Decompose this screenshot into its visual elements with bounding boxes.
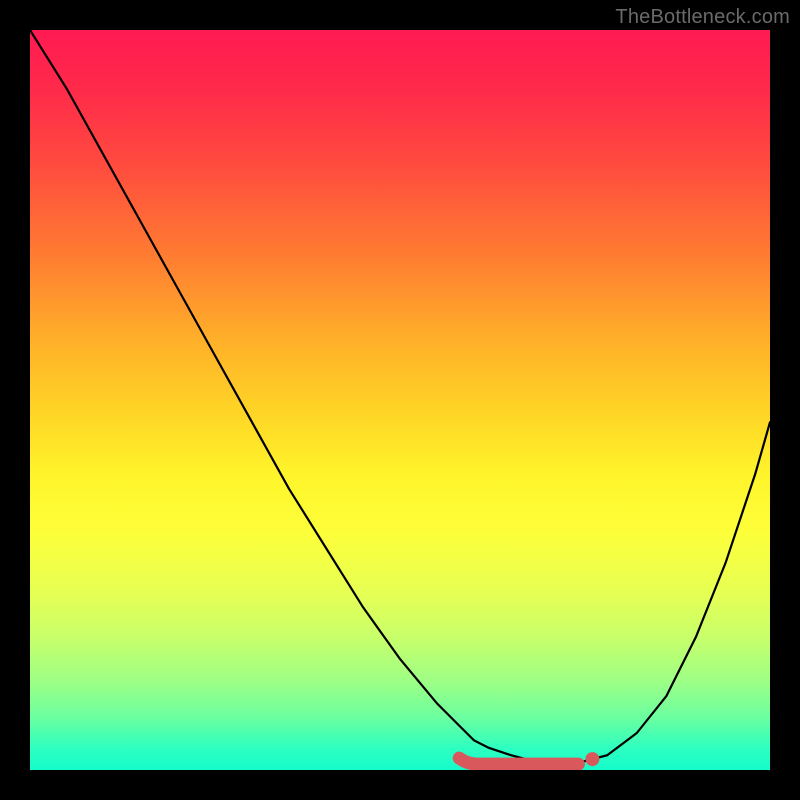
optimal-zone-highlight (459, 758, 578, 764)
watermark-label: TheBottleneck.com (615, 6, 790, 29)
bottleneck-curve (30, 30, 770, 763)
optimal-end-marker (585, 752, 599, 766)
chart-container: TheBottleneck.com (0, 0, 800, 800)
plot-area (30, 30, 770, 770)
curve-svg (30, 30, 770, 770)
